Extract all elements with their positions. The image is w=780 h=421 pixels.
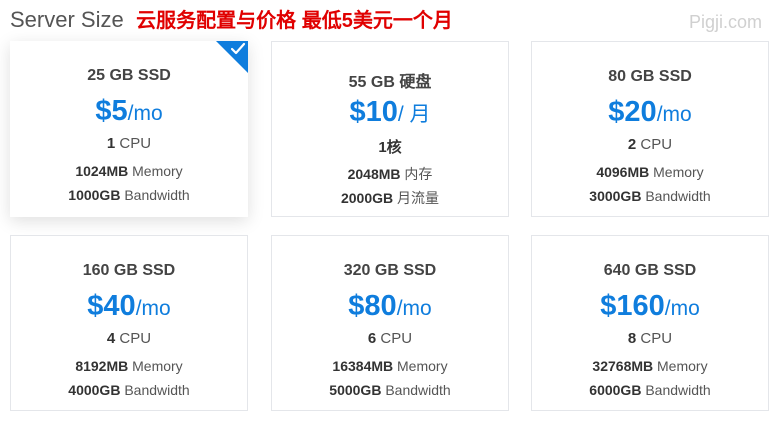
bandwidth-size: 5000GB <box>329 382 382 398</box>
bandwidth-size: 4000GB <box>68 382 121 398</box>
memory-label: Memory <box>128 358 183 374</box>
plan-card-320gb[interactable]: 320 GB SSD $80/mo 6 CPU 16384MB Memory 5… <box>271 235 509 411</box>
memory-size: 2048MB <box>347 166 401 182</box>
cpu-count: 2 <box>627 136 637 153</box>
bandwidth-label: Bandwidth <box>641 188 711 204</box>
price-period: /mo <box>396 297 432 320</box>
plan-price: $5/mo <box>10 93 248 134</box>
price-period: / 月 <box>397 103 431 126</box>
plan-memory: 32768MB Memory <box>532 358 768 374</box>
plan-card-160gb[interactable]: 160 GB SSD $40/mo 4 CPU 8192MB Memory 40… <box>10 235 248 411</box>
memory-label: Memory <box>393 358 448 374</box>
plan-cpu: 4 CPU <box>11 330 247 347</box>
plan-memory: 16384MB Memory <box>272 358 508 374</box>
plan-bandwidth: 4000GB Bandwidth <box>11 382 247 398</box>
bandwidth-label: Bandwidth <box>381 382 451 398</box>
memory-size: 16384MB <box>332 358 394 374</box>
price-period: /mo <box>135 297 171 320</box>
price-period: /mo <box>127 102 163 125</box>
price-amount: $10 <box>349 96 398 128</box>
plan-cpu: 1 CPU <box>10 135 248 152</box>
cpu-label: CPU <box>115 135 152 152</box>
page-title: Server Size <box>10 7 124 32</box>
plan-price: $10/ 月 <box>272 94 508 135</box>
bandwidth-label: Bandwidth <box>641 382 711 398</box>
memory-size: 4096MB <box>596 164 650 180</box>
price-amount: $20 <box>608 96 657 128</box>
watermark: Pigji.com <box>688 12 762 32</box>
bandwidth-size: 6000GB <box>589 382 642 398</box>
plan-bandwidth: 2000GB 月流量 <box>272 188 508 208</box>
annotation-text: 云服务配置与价格 最低5美元一个月 <box>136 10 453 32</box>
plan-price: $20/mo <box>532 94 768 135</box>
bandwidth-label: 月流量 <box>393 190 440 206</box>
plan-price: $80/mo <box>272 288 508 329</box>
cpu-label: CPU <box>636 330 673 347</box>
price-amount: $160 <box>600 290 665 322</box>
bandwidth-label: Bandwidth <box>120 187 190 203</box>
plan-storage: 160 GB SSD <box>82 262 176 279</box>
bandwidth-label: Bandwidth <box>120 382 190 398</box>
plan-price: $40/mo <box>11 288 247 329</box>
plan-cpu: 2 CPU <box>532 136 768 153</box>
cpu-label: CPU <box>376 330 413 347</box>
checkmark-icon <box>230 42 246 55</box>
plan-memory: 1024MB Memory <box>10 163 248 179</box>
bandwidth-size: 1000GB <box>68 187 121 203</box>
memory-size: 8192MB <box>75 358 129 374</box>
cpu-count: 1核 <box>378 139 402 156</box>
plan-bandwidth: 5000GB Bandwidth <box>272 382 508 398</box>
plan-bandwidth: 3000GB Bandwidth <box>532 188 768 204</box>
plan-memory: 8192MB Memory <box>11 358 247 374</box>
price-period: /mo <box>656 103 692 126</box>
memory-label: Memory <box>128 163 183 179</box>
plan-cpu: 6 CPU <box>272 330 508 347</box>
plan-memory: 2048MB 内存 <box>272 164 508 184</box>
plan-card-640gb[interactable]: 640 GB SSD $160/mo 8 CPU 32768MB Memory … <box>531 235 769 411</box>
plan-cpu: 1核 <box>272 136 508 157</box>
plan-storage: 640 GB SSD <box>603 262 697 279</box>
cpu-count: 1 <box>106 135 116 152</box>
cpu-count: 6 <box>367 330 377 347</box>
price-amount: $80 <box>348 290 397 322</box>
plan-card-80gb[interactable]: 80 GB SSD $20/mo 2 CPU 4096MB Memory 300… <box>531 41 769 217</box>
plan-bandwidth: 1000GB Bandwidth <box>10 187 248 203</box>
cpu-count: 8 <box>627 330 637 347</box>
price-period: /mo <box>664 297 700 320</box>
plan-storage: 320 GB SSD <box>343 262 437 279</box>
memory-label: Memory <box>653 358 708 374</box>
bandwidth-size: 2000GB <box>340 190 394 206</box>
plan-storage: 25 GB SSD <box>87 67 171 84</box>
cpu-label: CPU <box>115 330 152 347</box>
plan-cpu: 8 CPU <box>532 330 768 347</box>
plan-card-55gb[interactable]: 55 GB 硬盘 $10/ 月 1核 2048MB 内存 2000GB 月流量 <box>271 41 509 217</box>
cpu-count: 4 <box>106 330 116 347</box>
plan-storage: 80 GB SSD <box>608 68 692 85</box>
cpu-label: CPU <box>636 136 673 153</box>
plan-storage: 55 GB 硬盘 <box>348 74 432 91</box>
memory-size: 32768MB <box>592 358 654 374</box>
memory-size: 1024MB <box>75 163 129 179</box>
price-amount: $5 <box>95 95 128 127</box>
plan-memory: 4096MB Memory <box>532 164 768 180</box>
plan-card-25gb[interactable]: 25 GB SSD $5/mo 1 CPU 1024MB Memory 1000… <box>10 41 248 217</box>
price-amount: $40 <box>87 290 136 322</box>
bandwidth-size: 3000GB <box>589 188 642 204</box>
page-header: Server Size 云服务配置与价格 最低5美元一个月 <box>10 4 453 34</box>
memory-label: Memory <box>649 164 704 180</box>
plan-bandwidth: 6000GB Bandwidth <box>532 382 768 398</box>
memory-label: 内存 <box>400 166 433 182</box>
plan-price: $160/mo <box>532 288 768 329</box>
